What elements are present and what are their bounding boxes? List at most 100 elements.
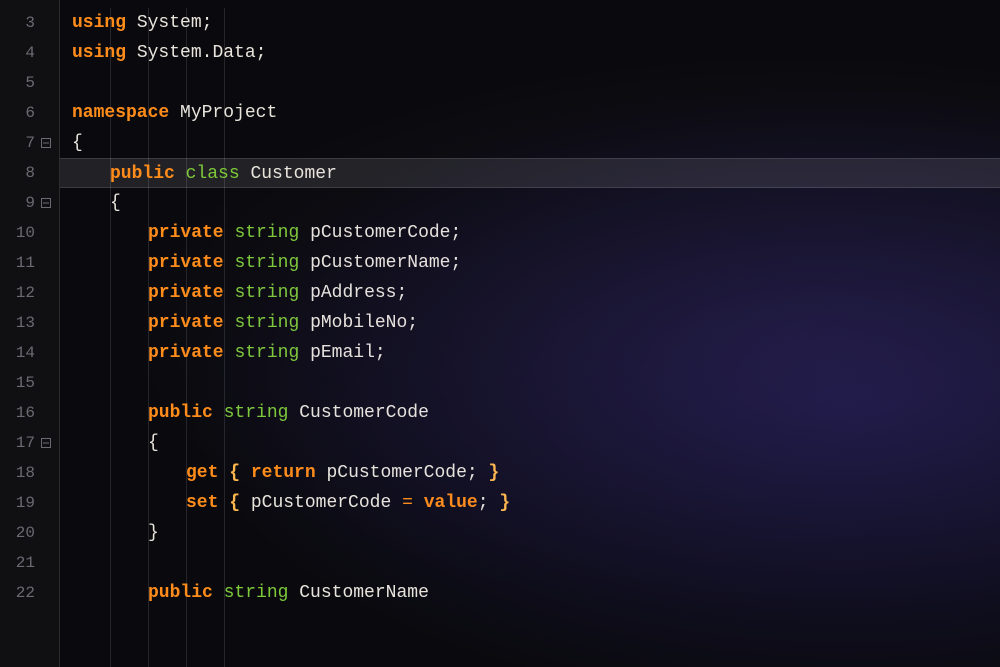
space (224, 283, 235, 303)
token-kw-green: string (234, 253, 299, 273)
gutter-row: 14 (0, 338, 59, 368)
code-line[interactable]: private string pAddress; (60, 278, 1000, 308)
token-kw-green: string (234, 343, 299, 363)
gutter-row: 4 (0, 38, 59, 68)
fold-toggle-icon[interactable] (39, 136, 53, 150)
line-number: 9 (0, 194, 35, 212)
space (240, 463, 251, 483)
code-line[interactable]: private string pCustomerCode; (60, 218, 1000, 248)
code-editor[interactable]: 345678910111213141516171819202122 using … (0, 0, 1000, 667)
code-line[interactable]: namespace MyProject (60, 98, 1000, 128)
gutter-row: 5 (0, 68, 59, 98)
space (213, 583, 224, 603)
fold-spacer (39, 586, 53, 600)
gutter-row: 22 (0, 578, 59, 608)
line-number: 16 (0, 404, 35, 422)
fold-spacer (39, 496, 53, 510)
token-punct: } (148, 523, 159, 543)
token-punct: ; (256, 43, 267, 63)
token-punct: { (148, 433, 159, 453)
fold-toggle-icon[interactable] (39, 196, 53, 210)
space (299, 343, 310, 363)
token-punct: ; (407, 313, 418, 333)
line-number: 20 (0, 524, 35, 542)
fold-toggle-icon[interactable] (39, 436, 53, 450)
token-punct: ; (375, 343, 386, 363)
token-kw-green: class (186, 164, 240, 184)
gutter-row: 13 (0, 308, 59, 338)
space (213, 403, 224, 423)
space (224, 313, 235, 333)
gutter: 345678910111213141516171819202122 (0, 0, 60, 667)
code-line[interactable]: set { pCustomerCode = value; } (60, 488, 1000, 518)
gutter-row: 20 (0, 518, 59, 548)
space (299, 253, 310, 273)
line-number: 17 (0, 434, 35, 452)
token-punct: ; (451, 223, 462, 243)
token-ident: pMobileNo (310, 313, 407, 333)
token-ident: pEmail (310, 343, 375, 363)
line-number: 19 (0, 494, 35, 512)
code-line[interactable]: { (60, 188, 1000, 218)
token-kw-orange: return (251, 463, 316, 483)
code-line[interactable]: public string CustomerName (60, 578, 1000, 608)
token-punct: ; (396, 283, 407, 303)
code-line[interactable]: } (60, 518, 1000, 548)
line-number: 21 (0, 554, 35, 572)
fold-spacer (39, 16, 53, 30)
space (391, 493, 402, 513)
line-number: 15 (0, 374, 35, 392)
token-ident: pCustomerCode (310, 223, 450, 243)
code-line[interactable] (60, 548, 1000, 578)
token-op: = (402, 493, 413, 513)
code-line[interactable]: public string CustomerCode (60, 398, 1000, 428)
space (224, 253, 235, 273)
code-line[interactable]: public class Customer (60, 158, 1000, 188)
code-line[interactable]: private string pCustomerName; (60, 248, 1000, 278)
line-number: 22 (0, 584, 35, 602)
gutter-row: 3 (0, 8, 59, 38)
code-area[interactable]: using System;using System.Data;namespace… (60, 0, 1000, 667)
line-number: 8 (0, 164, 35, 182)
token-kw-orange: private (148, 343, 224, 363)
token-kw-green: string (234, 223, 299, 243)
code-line[interactable]: private string pEmail; (60, 338, 1000, 368)
fold-spacer (39, 76, 53, 90)
fold-spacer (39, 106, 53, 120)
fold-spacer (39, 526, 53, 540)
token-ident: System (137, 13, 202, 33)
code-line[interactable]: get { return pCustomerCode; } (60, 458, 1000, 488)
fold-spacer (39, 376, 53, 390)
gutter-row: 7 (0, 128, 59, 158)
line-number: 10 (0, 224, 35, 242)
token-kw-orange: namespace (72, 103, 169, 123)
token-ident: pCustomerCode (326, 463, 466, 483)
code-line[interactable]: using System.Data; (60, 38, 1000, 68)
token-kw-orange: using (72, 13, 126, 33)
space (316, 463, 327, 483)
fold-spacer (39, 406, 53, 420)
token-kw-orange: private (148, 253, 224, 273)
line-number: 12 (0, 284, 35, 302)
line-number: 7 (0, 134, 35, 152)
code-line[interactable]: private string pMobileNo; (60, 308, 1000, 338)
token-kw-orange: public (148, 583, 213, 603)
space (288, 403, 299, 423)
gutter-row: 16 (0, 398, 59, 428)
code-line[interactable] (60, 368, 1000, 398)
code-line[interactable] (60, 68, 1000, 98)
space (126, 43, 137, 63)
gutter-row: 6 (0, 98, 59, 128)
token-kw-green: string (224, 583, 289, 603)
token-ident: pCustomerName (310, 253, 450, 273)
token-kw-orange: get (186, 463, 218, 483)
token-kw-green: string (234, 313, 299, 333)
code-line[interactable]: { (60, 428, 1000, 458)
code-line[interactable]: using System; (60, 8, 1000, 38)
token-brace: } (489, 463, 500, 483)
space (175, 164, 186, 184)
fold-spacer (39, 46, 53, 60)
code-line[interactable]: { (60, 128, 1000, 158)
line-number: 11 (0, 254, 35, 272)
gutter-row: 10 (0, 218, 59, 248)
